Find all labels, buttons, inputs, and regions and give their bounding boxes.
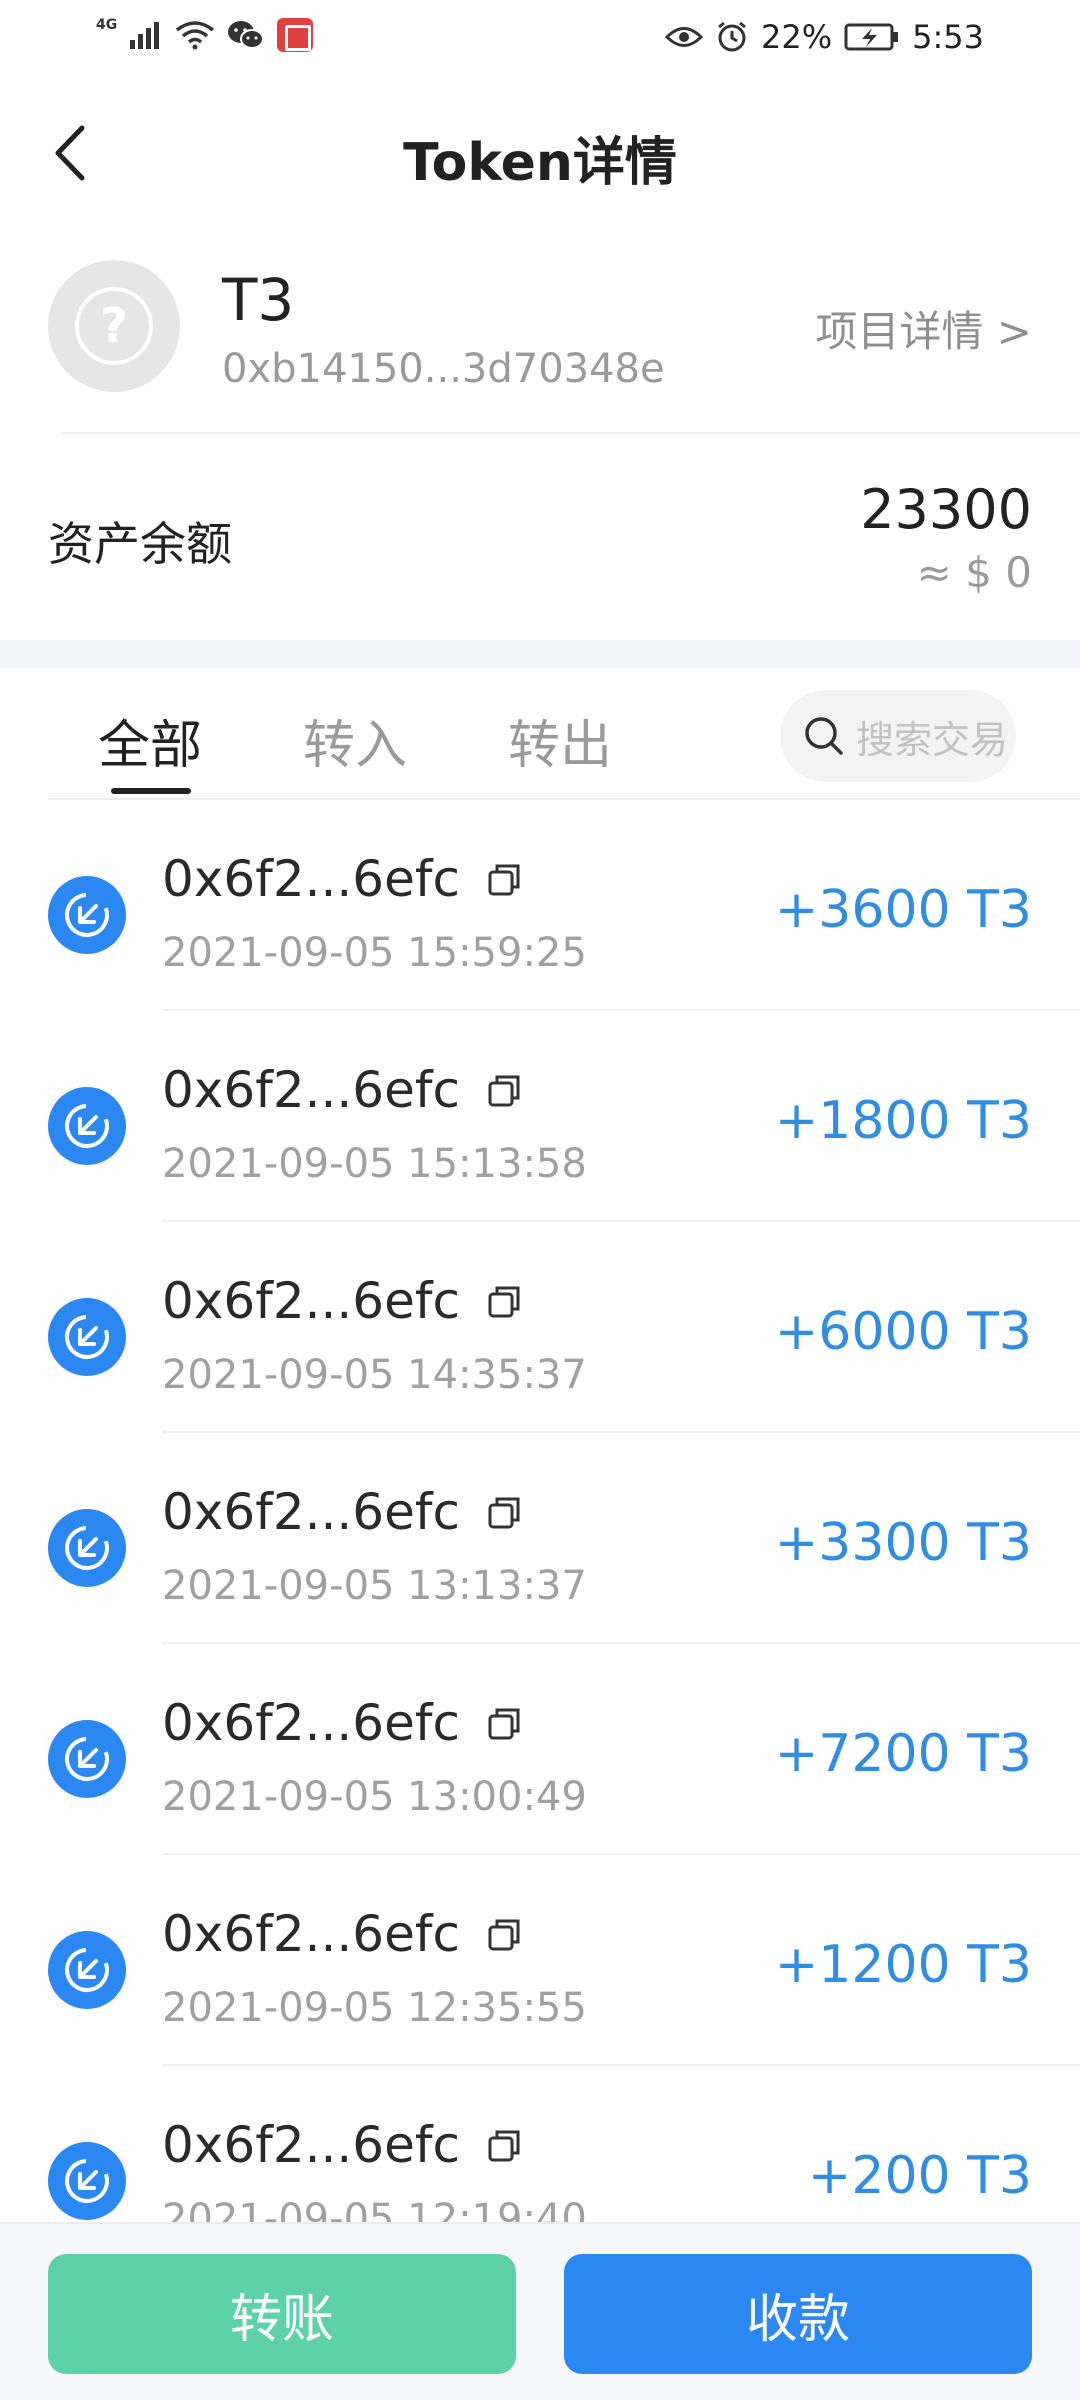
tab-incoming[interactable]: 转入 — [303, 703, 407, 778]
token-avatar: ? — [48, 260, 180, 392]
transaction-hash: 0x6f2...6efc — [162, 1694, 460, 1752]
copy-icon[interactable] — [484, 860, 524, 900]
status-bar: 4G 22% 5:53 — [0, 0, 1080, 78]
transaction-amount: +7200 T3 — [774, 1724, 1032, 1784]
battery-charging-icon — [844, 23, 899, 51]
divider — [62, 432, 1080, 434]
copy-icon[interactable] — [484, 2126, 524, 2166]
incoming-arrow-icon — [48, 1087, 126, 1165]
transfer-button[interactable]: 转账 — [48, 2254, 516, 2374]
transaction-hash: 0x6f2...6efc — [162, 1061, 460, 1119]
copy-icon[interactable] — [484, 1704, 524, 1744]
copy-icon[interactable] — [484, 1915, 524, 1955]
transaction-row[interactable]: 0x6f2...6efc 2021-09-05 13:13:37 +3300 T… — [0, 1433, 1080, 1644]
transaction-row[interactable]: 0x6f2...6efc 2021-09-05 13:00:49 +7200 T… — [0, 1644, 1080, 1855]
incoming-arrow-icon — [48, 876, 126, 954]
transaction-list: 0x6f2...6efc 2021-09-05 15:59:25 +3600 T… — [0, 800, 1080, 2222]
battery-percent: 22% — [761, 18, 833, 56]
transaction-hash: 0x6f2...6efc — [162, 1483, 460, 1541]
search-input[interactable]: 搜索交易 — [780, 690, 1016, 782]
section-separator — [0, 640, 1080, 668]
incoming-arrow-icon — [48, 1720, 126, 1798]
transaction-amount: +6000 T3 — [774, 1302, 1032, 1362]
incoming-arrow-icon — [48, 1298, 126, 1376]
transaction-hash: 0x6f2...6efc — [162, 1905, 460, 1963]
eye-icon — [665, 27, 704, 47]
balance-row: 资产余额 23300 ≈ $ 0 — [0, 436, 1080, 636]
signal-icon — [130, 22, 160, 49]
search-icon — [805, 717, 843, 755]
status-left: 4G — [96, 17, 314, 52]
balance-label: 资产余额 — [48, 517, 232, 571]
transaction-row[interactable]: 0x6f2...6efc 2021-09-05 12:35:55 +1200 T… — [0, 1855, 1080, 2066]
status-right: 22% 5:53 — [665, 18, 984, 56]
filter-tabs: 全部 转入 转出 搜索交易 — [0, 668, 1080, 800]
network-type: 4G — [96, 17, 118, 33]
transaction-amount: +3300 T3 — [774, 1513, 1032, 1573]
receive-button[interactable]: 收款 — [564, 2254, 1032, 2374]
transaction-time: 2021-09-05 13:13:37 — [162, 1563, 587, 1609]
token-info: ? T3 0xb14150...3d70348e 项目详情 > — [0, 228, 1080, 433]
tab-all[interactable]: 全部 — [98, 703, 202, 778]
transaction-time: 2021-09-05 12:35:55 — [162, 1985, 587, 2031]
transaction-time: 2021-09-05 15:13:58 — [162, 1141, 587, 1187]
balance-usd-value: ≈ $ 0 — [916, 548, 1032, 597]
balance-value: 23300 — [860, 478, 1032, 541]
incoming-arrow-icon — [48, 1509, 126, 1587]
incoming-arrow-icon — [48, 2142, 126, 2220]
transaction-row[interactable]: 0x6f2...6efc 2021-09-05 12:19:40 +200 T3 — [0, 2066, 1080, 2222]
search-placeholder: 搜索交易 — [856, 717, 1009, 762]
transaction-hash: 0x6f2...6efc — [162, 1272, 460, 1330]
reader-app-icon — [277, 18, 314, 52]
project-details-link[interactable]: 项目详情 > — [815, 298, 1032, 359]
transaction-hash: 0x6f2...6efc — [162, 850, 460, 908]
clock-time: 5:53 — [912, 18, 984, 56]
transaction-time: 2021-09-05 12:19:40 — [162, 2196, 587, 2222]
app-header: Token详情 — [0, 78, 1080, 228]
transaction-amount: +3600 T3 — [774, 880, 1032, 940]
wifi-icon — [176, 21, 215, 50]
transaction-row[interactable]: 0x6f2...6efc 2021-09-05 15:59:25 +3600 T… — [0, 800, 1080, 1011]
transaction-amount: +200 T3 — [807, 2146, 1032, 2206]
copy-icon[interactable] — [484, 1493, 524, 1533]
transaction-row[interactable]: 0x6f2...6efc 2021-09-05 14:35:37 +6000 T… — [0, 1222, 1080, 1433]
transaction-hash: 0x6f2...6efc — [162, 2116, 460, 2174]
transaction-row[interactable]: 0x6f2...6efc 2021-09-05 15:13:58 +1800 T… — [0, 1011, 1080, 1222]
alarm-icon — [718, 21, 746, 52]
question-mark-icon: ? — [75, 287, 153, 365]
page-title: Token详情 — [403, 133, 677, 193]
transaction-amount: +1800 T3 — [774, 1091, 1032, 1151]
transaction-amount: +1200 T3 — [774, 1935, 1032, 1995]
active-tab-indicator — [111, 788, 191, 794]
copy-icon[interactable] — [484, 1282, 524, 1322]
bottom-action-bar: 转账 收款 — [0, 2222, 1080, 2400]
copy-icon[interactable] — [484, 1071, 524, 1111]
transaction-time: 2021-09-05 13:00:49 — [162, 1774, 587, 1820]
wechat-icon — [228, 21, 265, 49]
incoming-arrow-icon — [48, 1931, 126, 2009]
transaction-time: 2021-09-05 15:59:25 — [162, 930, 587, 976]
tab-outgoing[interactable]: 转出 — [508, 703, 612, 778]
token-name: T3 — [222, 266, 295, 334]
token-address: 0xb14150...3d70348e — [222, 346, 665, 392]
transaction-time: 2021-09-05 14:35:37 — [162, 1352, 587, 1398]
